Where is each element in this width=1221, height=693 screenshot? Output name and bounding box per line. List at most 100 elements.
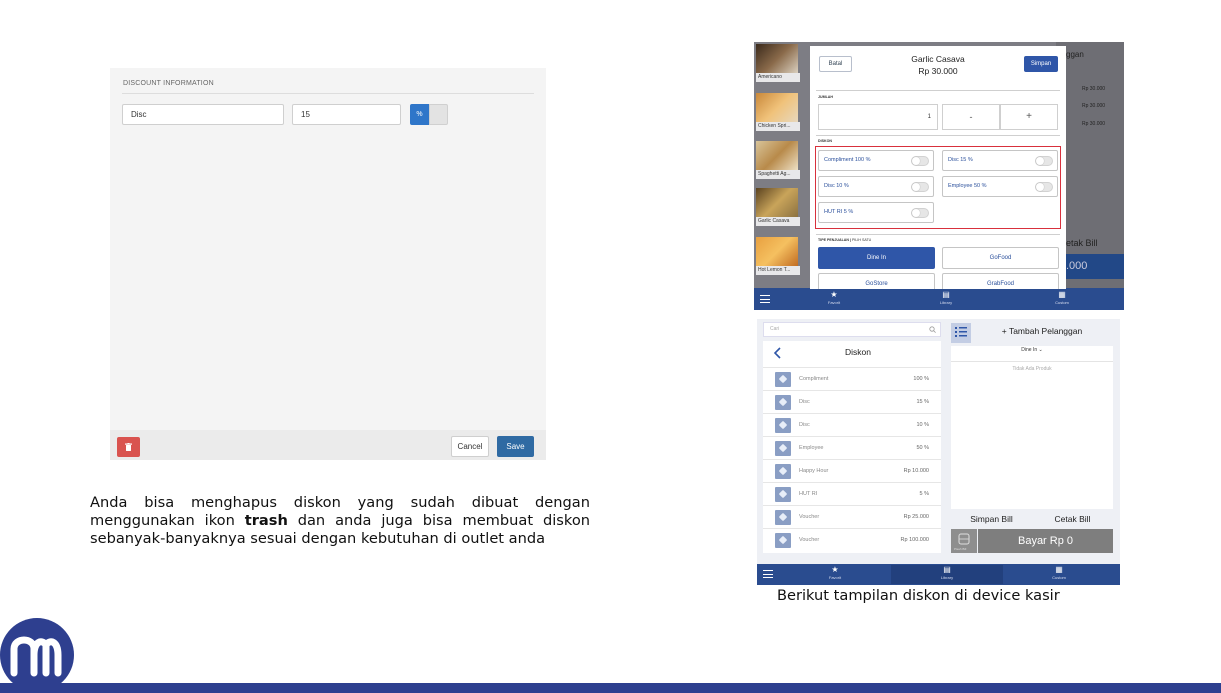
discount-info-heading: DISCOUNT INFORMATION bbox=[123, 80, 214, 87]
delete-button[interactable] bbox=[117, 437, 140, 457]
device-caption: Berikut tampilan diskon di device kasir bbox=[777, 587, 1060, 604]
search-input[interactable]: Cari bbox=[763, 322, 941, 337]
jumlah-label: JUMLAH bbox=[818, 95, 833, 99]
save-button[interactable]: Save bbox=[497, 436, 534, 457]
discount-name: Disc bbox=[799, 399, 810, 405]
product-tile[interactable]: Garlic Casava bbox=[756, 188, 800, 226]
discount-list-item[interactable]: Employee 50 % bbox=[763, 436, 941, 459]
calculator-icon: ▦ bbox=[1058, 290, 1066, 299]
discount-options-highlight: Compliment 100 % Disc 15 % Disc 10 % Emp… bbox=[815, 146, 1061, 229]
nav-label: Library bbox=[939, 300, 953, 305]
tag-icon bbox=[775, 510, 791, 525]
product-image bbox=[756, 44, 798, 74]
discount-list-item[interactable]: Disc 15 % bbox=[763, 390, 941, 413]
split-bill-icon bbox=[958, 533, 970, 545]
product-name: Spaghetti Ag... bbox=[756, 170, 800, 179]
discount-toggle[interactable] bbox=[911, 182, 929, 192]
amount-toggle-button[interactable] bbox=[429, 104, 448, 125]
discount-name: Disc bbox=[799, 422, 810, 428]
order-type-dropdown[interactable]: Dine In ⌄ bbox=[951, 347, 1113, 353]
simpan-button[interactable]: Simpan bbox=[1024, 56, 1058, 72]
menu-icon[interactable] bbox=[763, 570, 773, 578]
tipe-gofood-button[interactable]: GoFood bbox=[942, 247, 1059, 269]
cetak-bill-button[interactable]: Cetak Bill bbox=[1032, 509, 1113, 529]
discount-option[interactable]: Employee 50 % bbox=[942, 176, 1058, 197]
nav-library[interactable]: ▤ Library bbox=[890, 290, 1002, 309]
add-customer-button[interactable]: + Tambah Pelanggan bbox=[972, 326, 1112, 336]
discount-list-item[interactable]: Compliment 100 % bbox=[763, 367, 941, 390]
quantity-minus-button[interactable]: - bbox=[942, 104, 1000, 130]
tipe-dine-in-button[interactable]: Dine In bbox=[818, 247, 935, 269]
discount-list-item[interactable]: Voucher Rp 25.000 bbox=[763, 505, 941, 528]
quantity-field[interactable]: 1 bbox=[818, 104, 938, 130]
nav-favorit[interactable]: ★ Favorit bbox=[778, 290, 890, 309]
nav-favorit[interactable]: ★ Favorit bbox=[779, 565, 891, 584]
discount-option-label: HUT RI 5 % bbox=[824, 209, 854, 215]
discount-form-footer: Cancel Save bbox=[110, 430, 546, 460]
discount-list-panel: Diskon Compliment 100 % Disc 15 % Disc 1… bbox=[763, 341, 941, 553]
list-title: Diskon bbox=[845, 347, 871, 357]
discount-list-item[interactable]: HUT RI 5 % bbox=[763, 482, 941, 505]
bottom-nav: ★ Favorit ▤ Library ▦ Custom bbox=[754, 289, 1124, 310]
customer-label-fragment: ggan bbox=[1066, 50, 1084, 59]
chevron-down-icon: ⌄ bbox=[1038, 347, 1043, 353]
star-icon: ★ bbox=[831, 565, 839, 574]
back-arrow-icon[interactable] bbox=[773, 347, 783, 359]
discount-option[interactable]: Disc 10 % bbox=[818, 176, 934, 197]
tipe-label-text: TIPE PENJUALAN bbox=[818, 238, 849, 242]
discount-option-label: Disc 15 % bbox=[948, 157, 973, 163]
discount-toggle[interactable] bbox=[911, 208, 929, 218]
discount-option-label: Employee 50 % bbox=[948, 183, 987, 189]
product-tile[interactable]: Hot Lemon T... bbox=[756, 237, 800, 275]
batal-button[interactable]: Batal bbox=[819, 56, 852, 72]
list-icon bbox=[955, 327, 967, 337]
discount-name: HUT RI bbox=[799, 491, 818, 497]
discount-value: Rp 25.000 bbox=[903, 514, 929, 520]
order-type-label: Dine In bbox=[1021, 347, 1038, 353]
product-image bbox=[756, 93, 798, 123]
diskon-label: DISKON bbox=[818, 139, 832, 143]
bottom-nav: ★ Favorit ▤ Library ▦ Custom bbox=[757, 564, 1120, 585]
divider bbox=[816, 234, 1060, 235]
cancel-button[interactable]: Cancel bbox=[451, 436, 489, 457]
product-tile[interactable]: Spaghetti Ag... bbox=[756, 141, 800, 179]
discount-toggle[interactable] bbox=[911, 156, 929, 166]
tag-icon bbox=[775, 441, 791, 456]
nav-custom[interactable]: ▦ Custom bbox=[1006, 290, 1118, 309]
pos-dialog-screenshot: Americano Chicken Spri... Spaghetti Ag..… bbox=[754, 42, 1124, 310]
discount-value: 50 % bbox=[916, 445, 929, 451]
product-tile[interactable]: Chicken Spri... bbox=[756, 93, 800, 131]
discount-amount-field[interactable]: 15 bbox=[292, 104, 401, 125]
discount-list-item[interactable]: Happy Hour Rp 10.000 bbox=[763, 459, 941, 482]
empty-order-text: Tidak Ada Produk bbox=[1012, 366, 1052, 372]
discount-option[interactable]: HUT RI 5 % bbox=[818, 202, 934, 223]
discount-name-field[interactable]: Disc bbox=[122, 104, 284, 125]
dialog-title: Garlic Casava bbox=[911, 54, 965, 64]
discount-name: Voucher bbox=[799, 514, 820, 520]
discount-option[interactable]: Compliment 100 % bbox=[818, 150, 934, 171]
nav-library[interactable]: ▤ Library bbox=[891, 565, 1003, 584]
simpan-bill-button[interactable]: Simpan Bill bbox=[951, 509, 1032, 529]
discount-value: Rp 10.000 bbox=[903, 468, 929, 474]
discount-name: Voucher bbox=[799, 537, 820, 543]
nav-label: Favorit bbox=[828, 575, 842, 580]
percent-toggle-button[interactable]: % bbox=[410, 104, 429, 125]
product-name: Hot Lemon T... bbox=[756, 266, 800, 275]
nav-custom[interactable]: ▦ Custom bbox=[1003, 565, 1115, 584]
product-tile[interactable]: Americano bbox=[756, 44, 800, 82]
split-bill-button[interactable]: Pisah Bill bbox=[951, 529, 977, 553]
discount-toggle[interactable] bbox=[1035, 182, 1053, 192]
cetak-bill-fragment: etak Bill bbox=[1066, 238, 1098, 248]
product-image bbox=[756, 141, 798, 171]
discount-form-panel: DISCOUNT INFORMATION Disc 15 % Cancel Sa… bbox=[110, 68, 546, 460]
bill-list-icon[interactable] bbox=[951, 323, 971, 343]
menu-icon[interactable] bbox=[760, 295, 770, 303]
discount-option-label: Disc 10 % bbox=[824, 183, 849, 189]
quantity-plus-button[interactable]: + bbox=[1000, 104, 1058, 130]
discount-list-item[interactable]: Voucher Rp 100.000 bbox=[763, 528, 941, 551]
discount-list-item[interactable]: Disc 10 % bbox=[763, 413, 941, 436]
discount-option[interactable]: Disc 15 % bbox=[942, 150, 1058, 171]
pay-button[interactable]: Bayar Rp 0 bbox=[978, 529, 1113, 553]
discount-toggle[interactable] bbox=[1035, 156, 1053, 166]
tag-icon bbox=[775, 372, 791, 387]
